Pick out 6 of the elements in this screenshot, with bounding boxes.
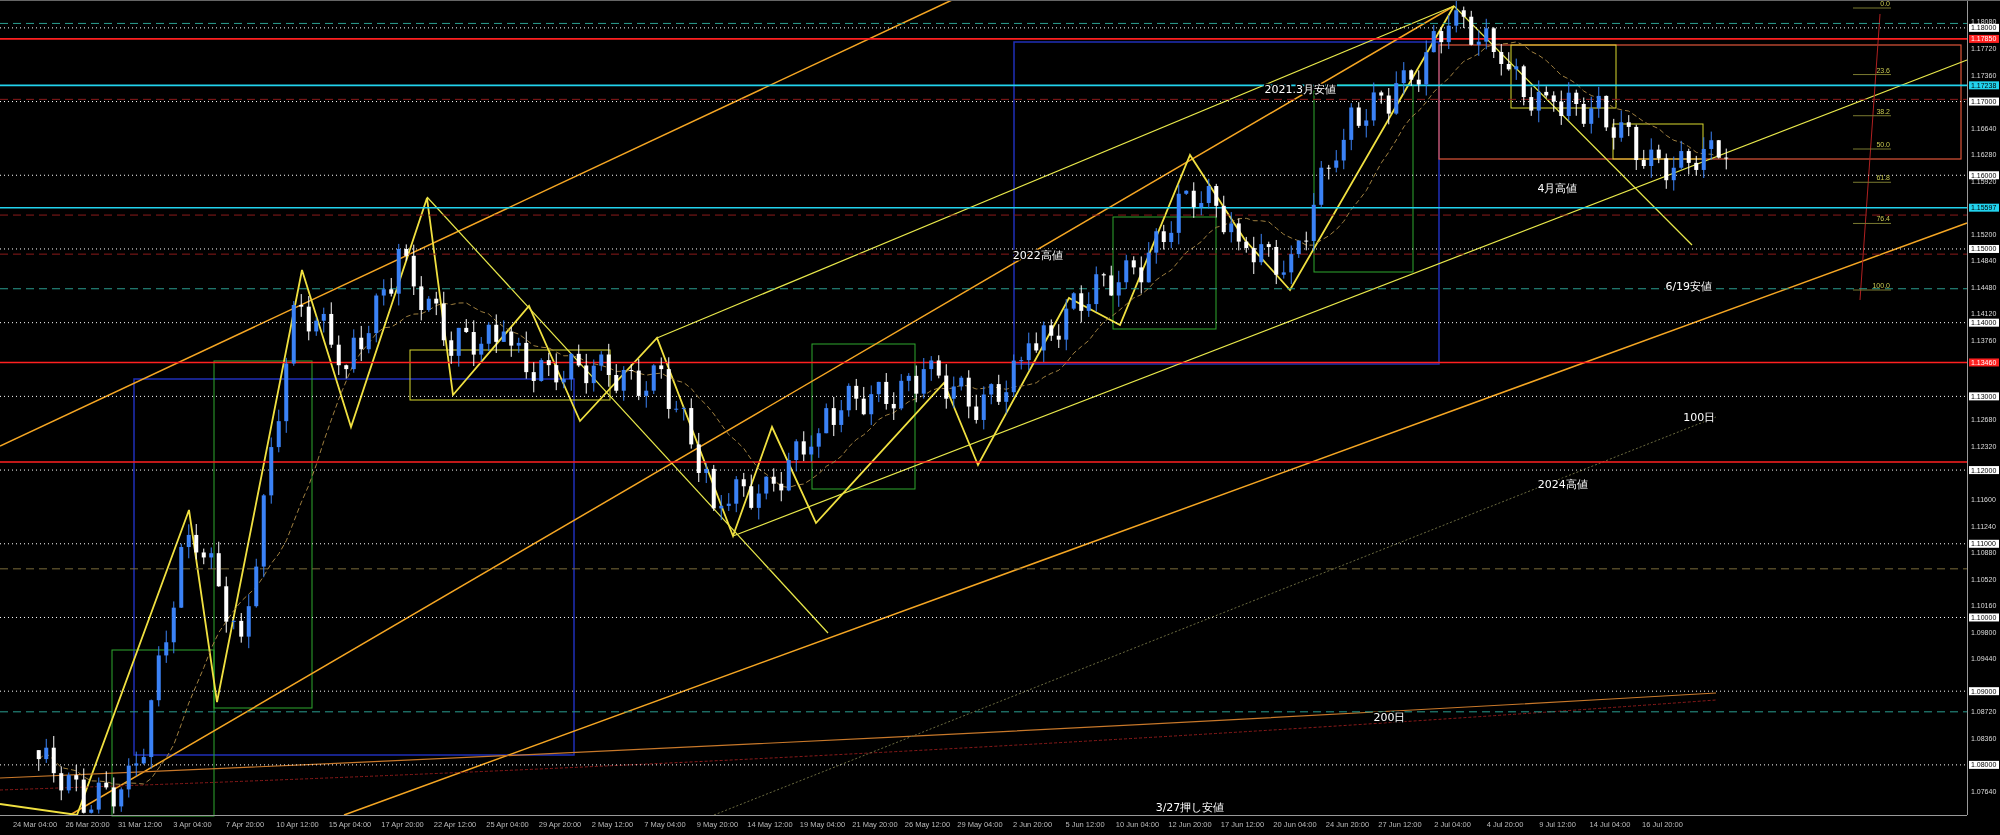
chart-note-label: 3/27押し安値	[1155, 801, 1225, 815]
chart-note-label: 100日	[1683, 410, 1716, 424]
chart-note-label: 2024高値	[1537, 478, 1588, 492]
chart-note-label: 6/19安値	[1665, 279, 1713, 293]
chart-note-label: 200日	[1373, 711, 1406, 725]
chart-note-label: 4月高値	[1537, 182, 1578, 196]
